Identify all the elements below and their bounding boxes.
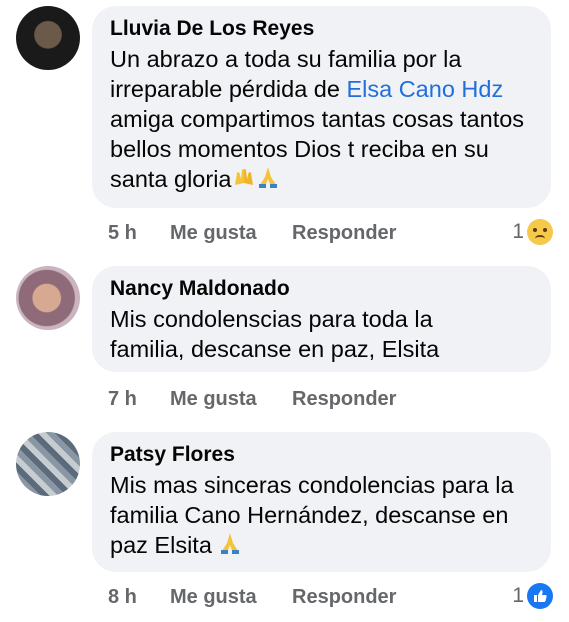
reaction-count: 1 (512, 584, 524, 607)
comment-actions: 5 h Me gusta Responder (108, 222, 396, 245)
folded-hands-icon (256, 165, 280, 196)
avatar[interactable] (16, 6, 80, 70)
like-button[interactable]: Me gusta (170, 222, 292, 245)
avatar[interactable] (16, 432, 80, 496)
comment-author[interactable]: Nancy Maldonado (110, 276, 533, 302)
thumbs-up-icon (527, 583, 553, 609)
comment-actions: 7 h Me gusta Responder (108, 388, 396, 411)
comment-timestamp[interactable]: 8 h (108, 586, 170, 609)
comment-text: Mis mas sinceras condolencias para la fa… (110, 470, 530, 562)
like-button[interactable]: Me gusta (170, 388, 292, 411)
comment-bubble: Nancy Maldonado Mis condolenscias para t… (92, 266, 551, 372)
comment-text: Un abrazo a toda su familia por la irrep… (110, 44, 533, 196)
mention-link[interactable]: Elsa Cano Hdz (346, 76, 503, 102)
reaction-summary[interactable]: 1 (512, 219, 553, 245)
reaction-count: 1 (512, 220, 524, 243)
comment-timestamp[interactable]: 5 h (108, 222, 170, 245)
comment-bubble: Lluvia De Los Reyes Un abrazo a toda su … (92, 6, 551, 208)
reply-button[interactable]: Responder (292, 586, 396, 609)
comment-actions: 8 h Me gusta Responder (108, 586, 396, 609)
reply-button[interactable]: Responder (292, 388, 396, 411)
reaction-summary[interactable]: 1 (512, 583, 553, 609)
raised-hands-icon (232, 165, 256, 196)
comment-text: Mis condolenscias para toda la familia, … (110, 306, 440, 362)
sad-face-icon (527, 219, 553, 245)
avatar[interactable] (16, 266, 80, 330)
folded-hands-icon (218, 531, 242, 562)
comment-author[interactable]: Lluvia De Los Reyes (110, 16, 533, 42)
comment-bubble: Patsy Flores Mis mas sinceras condolenci… (92, 432, 551, 572)
comment-timestamp[interactable]: 7 h (108, 388, 170, 411)
comment-author[interactable]: Patsy Flores (110, 442, 533, 468)
like-button[interactable]: Me gusta (170, 586, 292, 609)
reply-button[interactable]: Responder (292, 222, 396, 245)
